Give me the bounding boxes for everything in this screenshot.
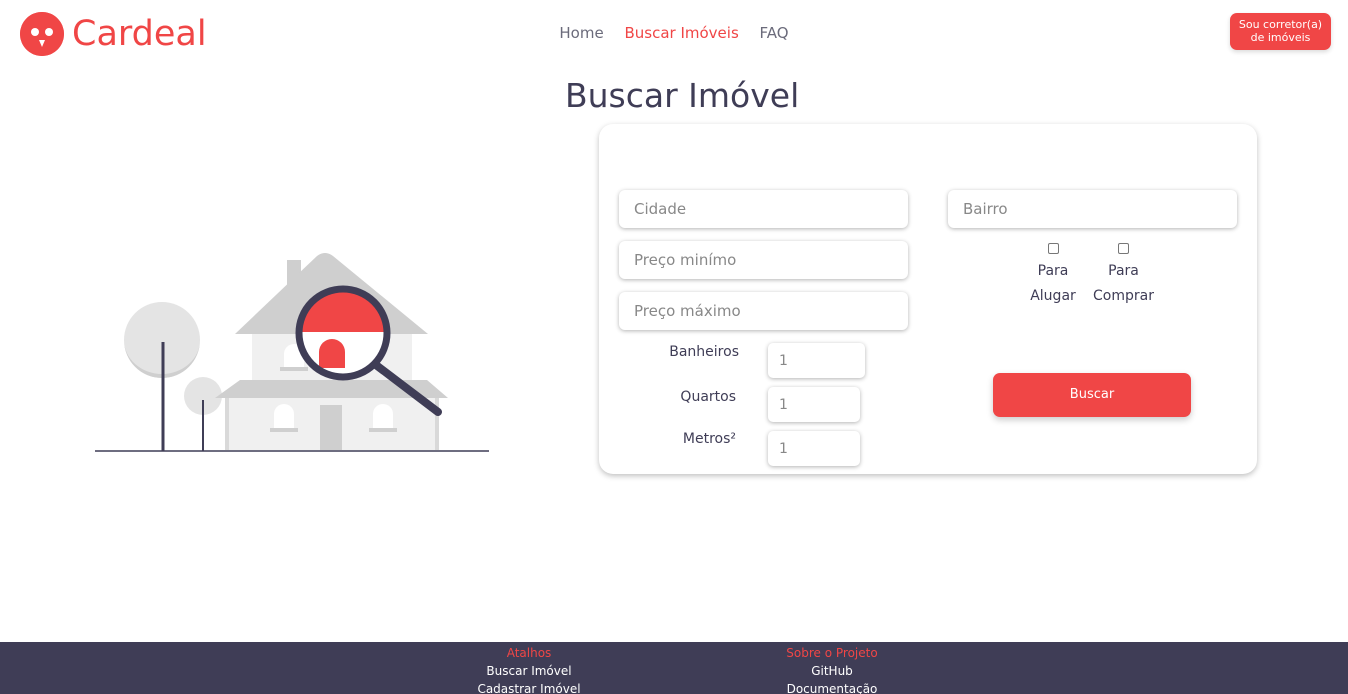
footer-link-cadastrar-imovel[interactable]: Cadastrar Imóvel [429, 680, 629, 694]
broker-button[interactable]: Sou corretor(a) de imóveis [1230, 13, 1331, 50]
main-nav: Home Buscar Imóveis FAQ [0, 24, 1348, 42]
broker-button-line2: de imóveis [1250, 31, 1311, 44]
comprar-label-line1: Para [1108, 263, 1139, 279]
alugar-label: Para Alugar [1017, 259, 1089, 309]
page-title: Buscar Imóvel [565, 76, 800, 115]
comprar-label-line2: Comprar [1093, 288, 1154, 304]
footer-heading-atalhos: Atalhos [506, 646, 552, 660]
house-search-illustration [92, 250, 492, 460]
alugar-label-line2: Alugar [1030, 288, 1076, 304]
footer-link-buscar-imovel[interactable]: Buscar Imóvel [429, 662, 629, 680]
cidade-input[interactable] [619, 190, 908, 228]
alugar-label-line1: Para [1037, 263, 1069, 279]
metros-input[interactable] [768, 431, 860, 466]
buscar-button[interactable]: Buscar [993, 373, 1191, 417]
footer: Atalhos Buscar Imóvel Cadastrar Imóvel S… [0, 642, 1348, 694]
footer-col-atalhos: Atalhos Buscar Imóvel Cadastrar Imóvel [429, 644, 629, 694]
banheiros-label: Banheiros [669, 344, 739, 360]
nav-buscar-imoveis[interactable]: Buscar Imóveis [624, 24, 738, 42]
broker-button-line1: Sou corretor(a) [1238, 18, 1323, 31]
footer-heading-sobre: Sobre o Projeto [786, 646, 878, 660]
alugar-checkbox[interactable] [1048, 243, 1059, 254]
preco-minimo-input[interactable] [619, 241, 908, 279]
footer-link-documentacao[interactable]: Documentação [732, 680, 932, 694]
footer-link-github[interactable]: GitHub [732, 662, 932, 680]
comprar-label: Para Comprar [1084, 259, 1163, 309]
quartos-input[interactable] [768, 387, 860, 422]
bairro-input[interactable] [948, 190, 1237, 228]
preco-maximo-input[interactable] [619, 292, 908, 330]
comprar-checkbox[interactable] [1118, 243, 1129, 254]
quartos-label: Quartos [680, 389, 736, 405]
nav-faq[interactable]: FAQ [760, 24, 789, 42]
metros-label: Metros² [682, 431, 736, 447]
footer-col-sobre: Sobre o Projeto GitHub Documentação [732, 644, 932, 694]
nav-home[interactable]: Home [559, 24, 603, 42]
banheiros-input[interactable] [768, 343, 865, 378]
